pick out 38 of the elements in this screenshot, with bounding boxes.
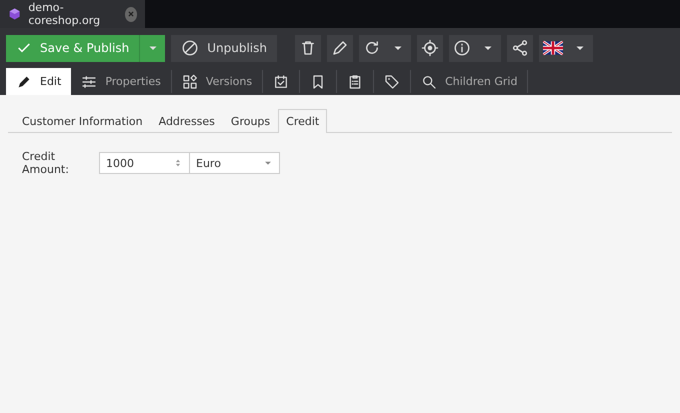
share-button[interactable] <box>506 34 533 62</box>
tab[interactable]: Children Grid <box>411 70 528 93</box>
locate-button[interactable] <box>416 34 443 62</box>
grid-icon <box>182 74 198 90</box>
close-icon <box>126 9 136 19</box>
tab[interactable]: Addresses <box>150 109 223 132</box>
close-button[interactable] <box>124 6 137 22</box>
reload-button[interactable] <box>358 34 385 62</box>
delete-button[interactable] <box>294 34 321 62</box>
tab[interactable]: Edit <box>6 68 72 95</box>
edit-button[interactable] <box>326 34 353 62</box>
pencil-icon <box>330 39 349 57</box>
info-icon <box>452 39 471 57</box>
flag-icon <box>542 41 563 55</box>
document-tab[interactable]: demo-coreshop.org <box>0 0 145 28</box>
share-icon <box>510 39 529 57</box>
currency-dropdown[interactable]: Euro <box>190 152 280 174</box>
unpublish-button[interactable]: Unpublish <box>171 34 277 62</box>
amount-field[interactable]: 1000 <box>99 152 190 174</box>
calendar-icon <box>273 74 290 90</box>
info-button[interactable] <box>448 34 475 62</box>
tag-icon <box>384 74 400 90</box>
search-icon <box>421 74 438 90</box>
tab[interactable]: Credit <box>278 109 328 133</box>
field-label: Credit Amount: <box>22 150 70 176</box>
cube-icon <box>8 6 22 22</box>
dropdown-button[interactable] <box>139 34 166 62</box>
tab-title: demo-coreshop.org <box>28 1 102 27</box>
language-button[interactable] <box>538 34 567 62</box>
tab[interactable]: Properties <box>71 70 172 93</box>
tab[interactable]: Customer Information <box>8 109 151 132</box>
pencil-icon <box>16 74 32 90</box>
clipboard-icon <box>347 74 364 90</box>
tab[interactable]: Groups <box>222 109 278 132</box>
target-icon <box>420 39 439 57</box>
tab[interactable]: Versions <box>172 70 264 93</box>
sliders-icon <box>81 74 98 90</box>
prohibit-icon <box>181 39 200 57</box>
